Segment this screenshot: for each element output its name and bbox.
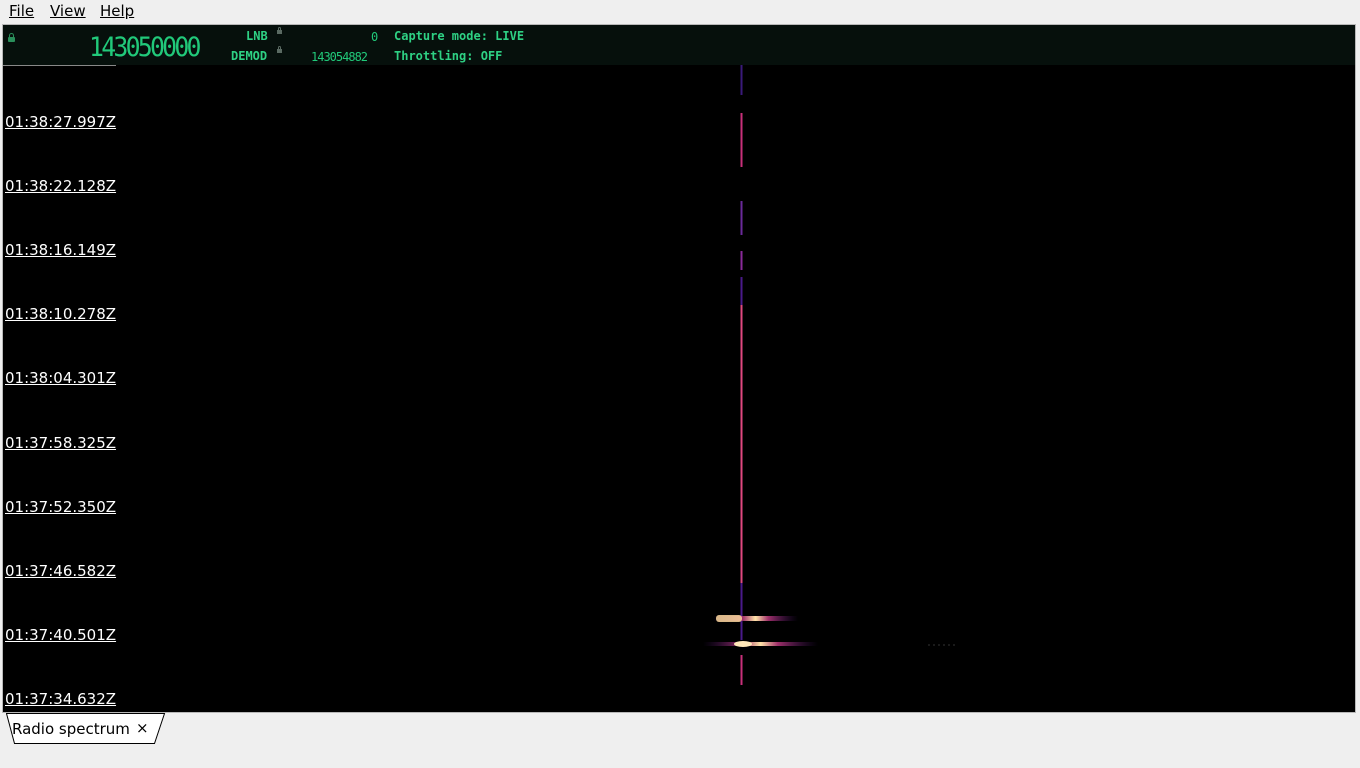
menu-view-label: View bbox=[50, 2, 86, 20]
timeline-divider bbox=[3, 65, 116, 66]
timestamp-label: 01:37:58.325Z bbox=[5, 434, 117, 452]
throttling-status: Throttling: OFF bbox=[394, 49, 503, 63]
demod-label: DEMOD bbox=[231, 49, 268, 63]
timestamp-label: 01:38:10.278Z bbox=[5, 305, 117, 323]
lnb-value[interactable]: 0 bbox=[371, 30, 378, 44]
menu-help[interactable]: Help bbox=[100, 2, 134, 20]
tab-label: Radio spectrum bbox=[12, 720, 130, 738]
center-frequency-display[interactable]: 143050000 bbox=[89, 32, 202, 63]
demod-frequency-value[interactable]: 143054882 bbox=[311, 50, 368, 64]
timestamp-label: 01:37:46.582Z bbox=[5, 562, 117, 580]
frequency-toolbar: 143050000 LNB 0 DEMOD 143054882 Capture … bbox=[3, 25, 1355, 65]
waterfall-display[interactable] bbox=[3, 65, 1355, 713]
timestamp-label: 01:37:40.501Z bbox=[5, 626, 117, 644]
demod-lock-icon[interactable] bbox=[277, 46, 282, 53]
lnb-lock-icon[interactable] bbox=[277, 27, 282, 34]
menu-help-label: Help bbox=[100, 2, 135, 20]
menu-bar: File View Help bbox=[0, 0, 1360, 22]
menu-file-label: File bbox=[9, 2, 35, 20]
timestamp-label: 01:37:34.632Z bbox=[5, 690, 117, 708]
menu-file[interactable]: File bbox=[9, 2, 34, 20]
lnb-label: LNB bbox=[246, 29, 268, 43]
close-icon[interactable]: × bbox=[136, 719, 149, 737]
tab-radio-spectrum[interactable]: Radio spectrum × bbox=[6, 713, 166, 744]
menu-view[interactable]: View bbox=[50, 2, 86, 20]
spectrum-panel: 143050000 LNB 0 DEMOD 143054882 Capture … bbox=[2, 24, 1356, 713]
timestamp-label: 01:37:52.350Z bbox=[5, 498, 117, 516]
timestamp-label: 01:38:04.301Z bbox=[5, 369, 117, 387]
lock-icon[interactable] bbox=[8, 33, 15, 42]
capture-mode-status: Capture mode: LIVE bbox=[394, 29, 525, 43]
timestamp-label: 01:38:16.149Z bbox=[5, 241, 117, 259]
timestamp-label: 01:38:27.997Z bbox=[5, 113, 117, 131]
timestamp-label: 01:38:22.128Z bbox=[5, 177, 117, 195]
tab-bar: Radio spectrum × bbox=[0, 713, 1360, 768]
